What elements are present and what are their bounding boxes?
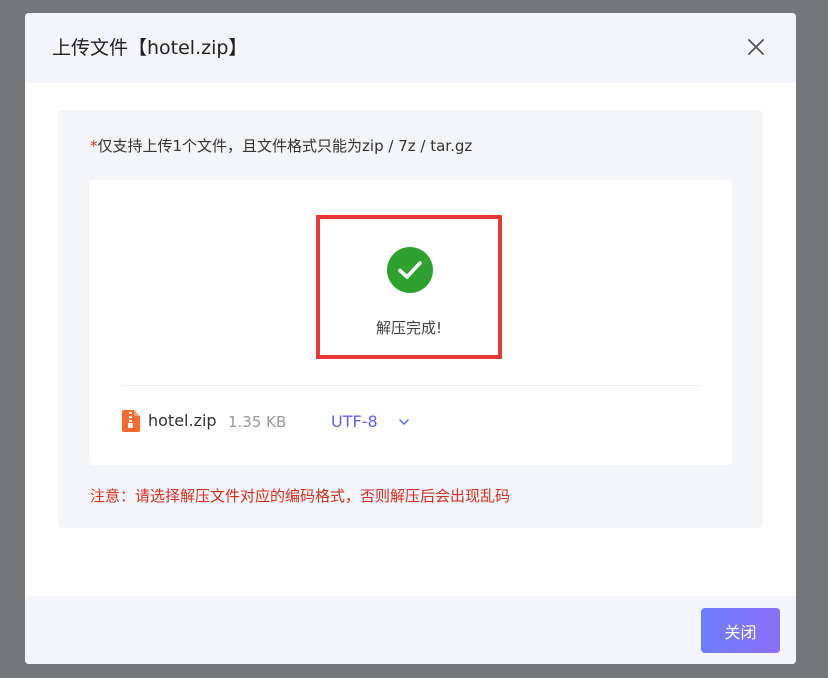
- file-size: 1.35 KB: [228, 413, 287, 431]
- file-row: hotel.zip 1.35 KB UTF-8: [122, 409, 522, 433]
- upload-dialog: 上传文件【hotel.zip】 *仅支持上传1个文件，且文件格式只能为zip /…: [25, 13, 796, 664]
- chevron-down-icon: [397, 415, 411, 429]
- divider: [122, 385, 699, 386]
- check-circle-icon: [387, 247, 433, 293]
- close-icon[interactable]: [740, 31, 772, 63]
- support-hint: *仅支持上传1个文件，且文件格式只能为zip / 7z / tar.gz: [90, 136, 472, 156]
- encoding-select[interactable]: UTF-8: [331, 409, 421, 433]
- upload-card: 解压完成! hotel.zip 1.35 KB UTF-8: [89, 180, 732, 465]
- required-mark: *: [90, 137, 98, 155]
- upload-panel: *仅支持上传1个文件，且文件格式只能为zip / 7z / tar.gz 解压完…: [58, 110, 763, 528]
- encoding-value: UTF-8: [331, 412, 378, 431]
- dialog-header: 上传文件【hotel.zip】: [25, 13, 796, 83]
- dialog-title: 上传文件【hotel.zip】: [52, 37, 248, 59]
- file-name: hotel.zip: [148, 411, 217, 430]
- close-button[interactable]: 关闭: [701, 608, 780, 653]
- support-hint-text: 仅支持上传1个文件，且文件格式只能为zip / 7z / tar.gz: [97, 137, 473, 155]
- warning-text: 注意：请选择解压文件对应的编码格式，否则解压后会出现乱码: [90, 487, 511, 505]
- dialog-footer: 关闭: [25, 596, 796, 664]
- status-text: 解压完成!: [375, 319, 442, 337]
- zip-file-icon: [122, 410, 140, 432]
